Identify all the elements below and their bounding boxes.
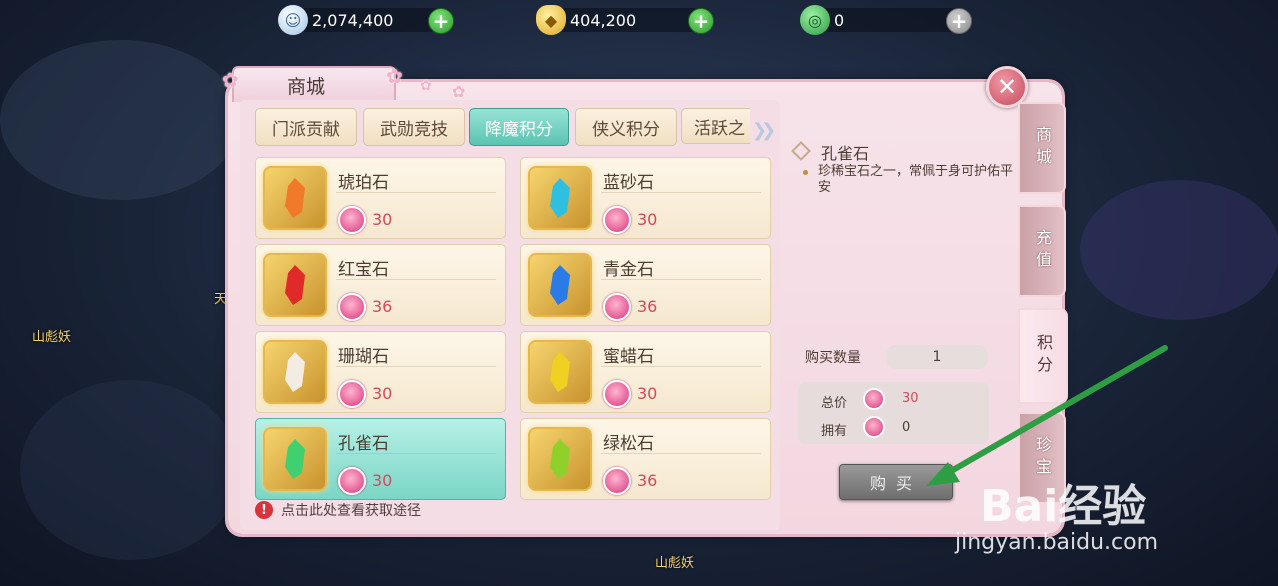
baidu-watermark: Bai经验 [980, 481, 1147, 532]
baidu-watermark-url: jingyan.baidu.com [955, 530, 1159, 555]
